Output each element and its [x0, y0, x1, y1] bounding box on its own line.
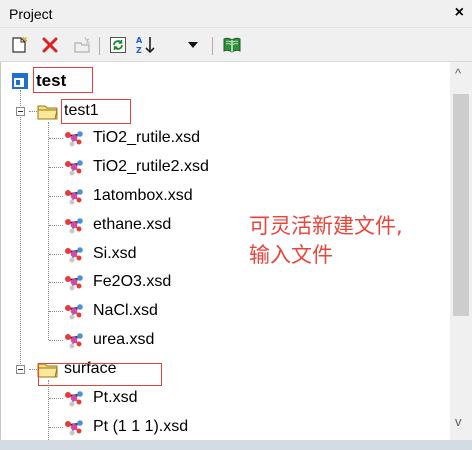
tree-file-item[interactable]: ethane.xsd — [63, 214, 171, 236]
dropdown-arrow-icon[interactable] — [183, 35, 203, 55]
tree-file-item[interactable]: Pt (1 1 1).xsd — [63, 416, 188, 438]
tree-file-label: Si.xsd — [93, 245, 137, 262]
molecule-icon — [63, 129, 85, 147]
panel-titlebar: Project × — [0, 0, 472, 28]
tree-file-label: Fe2O3.xsd — [93, 273, 172, 290]
vertical-scrollbar[interactable]: ^ v — [450, 62, 472, 440]
molecule-icon — [63, 273, 85, 291]
molecule-icon — [63, 418, 85, 436]
tree-file-label: ethane.xsd — [93, 216, 172, 233]
project-icon — [11, 72, 29, 90]
new-folder-icon[interactable] — [72, 35, 92, 55]
scrollbar-thumb[interactable] — [453, 94, 469, 316]
highlight-box-surface — [38, 363, 162, 386]
tree-file-item[interactable]: TiO2_rutile2.xsd — [63, 156, 209, 178]
delete-icon[interactable] — [40, 35, 60, 55]
tree-file-label: TiO2_rutile.xsd — [93, 129, 200, 146]
toolbar: AZ — [0, 28, 472, 62]
annotation-line-1: 可灵活新建文件, — [249, 214, 403, 238]
molecule-icon — [63, 158, 85, 176]
scroll-down-icon[interactable]: v — [455, 414, 462, 429]
folder-icon — [37, 102, 59, 120]
molecule-icon — [63, 216, 85, 234]
highlight-box-test1 — [61, 99, 131, 124]
tree-file-label: NaCl.xsd — [93, 302, 158, 319]
tree-file-item[interactable]: Si.xsd — [63, 243, 137, 265]
scroll-up-icon[interactable]: ^ — [455, 66, 461, 81]
new-document-icon[interactable] — [9, 35, 29, 55]
panel-title: Project — [9, 6, 53, 22]
molecule-icon — [63, 331, 85, 349]
tree-file-item[interactable]: NaCl.xsd — [63, 300, 158, 322]
tree-file-item[interactable]: TiO2_rutile.xsd — [63, 127, 200, 149]
close-icon[interactable]: × — [455, 4, 464, 22]
tree-file-item[interactable]: 1atombox.xsd — [63, 185, 193, 207]
annotation-line-2: 输入文件 — [249, 243, 333, 267]
tree-file-label: Pt (1 1 1).xsd — [93, 418, 189, 435]
tree-file-item[interactable]: urea.xsd — [63, 329, 154, 351]
tree-file-item[interactable]: Fe2O3.xsd — [63, 271, 171, 293]
molecule-icon — [63, 302, 85, 320]
annotation-note: 可灵活新建文件, 输入文件 — [249, 212, 403, 270]
tree-file-label: TiO2_rutile2.xsd — [93, 158, 209, 175]
molecule-icon — [63, 187, 85, 205]
tree-file-label: urea.xsd — [93, 331, 155, 348]
molecule-icon — [63, 389, 85, 407]
bottom-strip — [0, 440, 472, 450]
refresh-icon[interactable] — [108, 35, 128, 55]
open-book-icon[interactable] — [222, 35, 242, 55]
svg-text:Z: Z — [136, 46, 142, 55]
collapse-toggle-surface[interactable] — [16, 365, 25, 374]
svg-text:A: A — [136, 36, 143, 45]
collapse-toggle-test1[interactable] — [16, 107, 25, 116]
highlight-box-root — [33, 67, 93, 93]
sort-az-icon[interactable]: AZ — [134, 35, 158, 55]
tree-file-label: Pt.xsd — [93, 389, 138, 406]
tree-file-item[interactable]: Pt.xsd — [63, 387, 137, 409]
tree-file-label: 1atombox.xsd — [93, 187, 193, 204]
molecule-icon — [63, 245, 85, 263]
